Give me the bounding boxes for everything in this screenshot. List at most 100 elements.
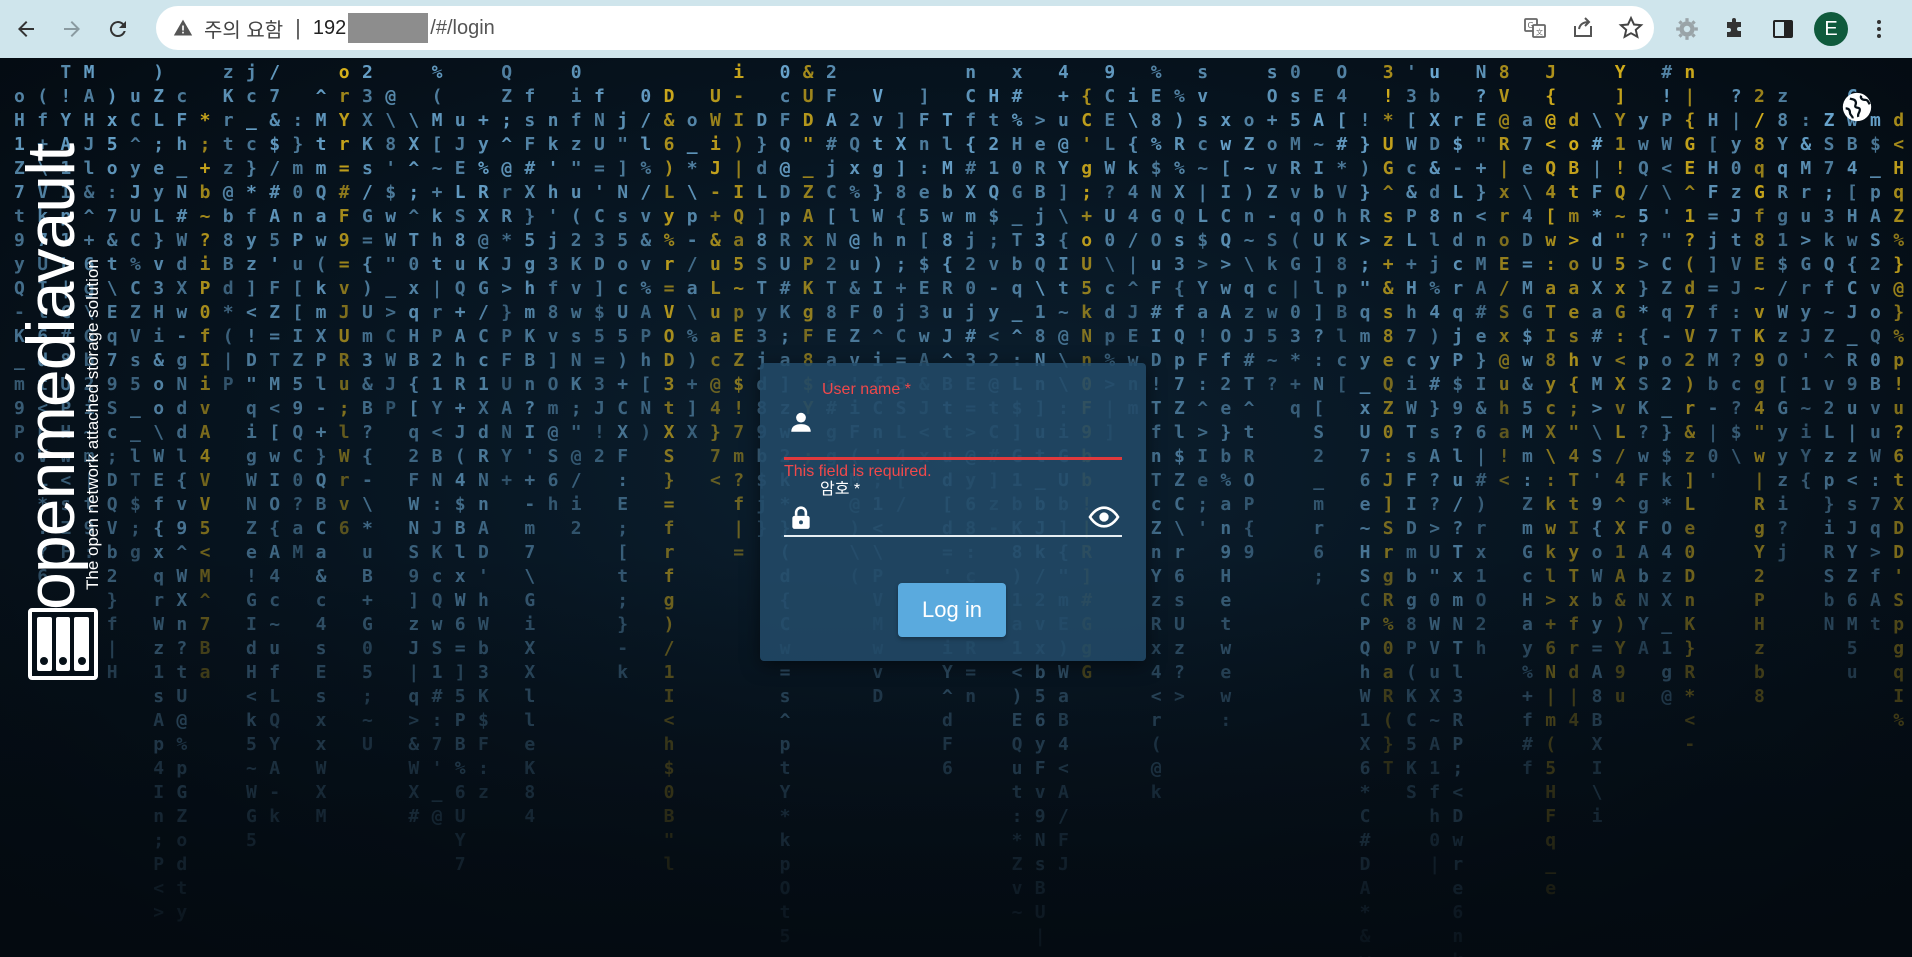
svg-text:{: { — [176, 470, 187, 491]
svg-text:q: q — [1870, 518, 1881, 539]
username-input[interactable] — [822, 405, 1072, 435]
svg-text:c: c — [478, 350, 489, 371]
star-icon[interactable] — [1616, 13, 1646, 43]
kebab-menu-icon[interactable] — [1862, 12, 1896, 46]
reload-icon — [109, 21, 126, 38]
svg-text:q: q — [408, 686, 419, 707]
svg-text:g: g — [130, 542, 141, 563]
warning-icon[interactable] — [172, 17, 194, 39]
svg-text:&: & — [664, 110, 675, 131]
svg-text:v: v — [548, 326, 559, 347]
svg-text:}: } — [1360, 134, 1371, 155]
svg-text:I: I — [733, 110, 744, 131]
svg-text:2: 2 — [1824, 398, 1835, 419]
svg-text:v: v — [153, 254, 164, 275]
extension-gear-icon[interactable] — [1670, 12, 1704, 46]
profile-avatar[interactable]: E — [1814, 12, 1848, 46]
translate-icon[interactable]: G文 — [1520, 13, 1550, 43]
openmediavault-logo: openmediavault The open network attached… — [13, 90, 102, 630]
svg-text:K: K — [1336, 230, 1347, 251]
svg-text:s: s — [780, 686, 791, 707]
security-status-label[interactable]: 주의 요함 — [204, 14, 283, 43]
svg-text:e: e — [1476, 326, 1487, 347]
svg-text:U: U — [362, 734, 373, 755]
svg-text:G: G — [1012, 182, 1023, 203]
svg-text:W: W — [153, 446, 164, 467]
svg-text:7: 7 — [455, 854, 466, 875]
login-button[interactable]: Log in — [898, 583, 1006, 637]
svg-text:r: r — [339, 134, 350, 155]
show-password-eye-icon[interactable] — [1088, 501, 1120, 533]
username-field[interactable]: User name * — [784, 377, 1122, 460]
svg-text:N: N — [501, 422, 512, 443]
back-button[interactable] — [6, 9, 46, 49]
svg-text:b: b — [478, 638, 489, 659]
svg-text:c: c — [1151, 494, 1162, 515]
sidepanel-icon[interactable] — [1766, 12, 1800, 46]
address-bar[interactable]: 주의 요함 | 192 /#/login G文 — [156, 6, 1654, 50]
forward-button[interactable] — [52, 9, 92, 49]
svg-text:b: b — [1708, 374, 1719, 395]
svg-text:R: R — [1151, 614, 1162, 635]
svg-text:v: v — [872, 662, 883, 683]
svg-text:U: U — [617, 302, 628, 323]
svg-text:{: { — [1638, 326, 1649, 347]
svg-text:<: < — [246, 686, 257, 707]
svg-text:m: m — [1568, 206, 1579, 227]
svg-text:): ) — [1012, 686, 1023, 707]
svg-text:\: \ — [1174, 518, 1185, 539]
svg-text:B: B — [362, 566, 373, 587]
svg-text:4: 4 — [1058, 734, 1069, 755]
svg-text:m: m — [524, 302, 535, 323]
svg-text:f: f — [571, 110, 582, 131]
svg-text:=: = — [733, 542, 744, 563]
svg-text:[: [ — [1777, 374, 1788, 395]
password-input[interactable] — [822, 503, 1072, 533]
svg-text:]: ] — [548, 350, 559, 371]
svg-text:_: _ — [130, 422, 141, 443]
svg-text:M: M — [84, 62, 95, 83]
svg-text:T: T — [1406, 422, 1417, 443]
svg-text:|: | — [1429, 854, 1440, 875]
svg-text:d: d — [246, 638, 257, 659]
svg-text:T: T — [408, 230, 419, 251]
svg-text:#: # — [1661, 62, 1672, 83]
svg-text:m: m — [548, 398, 559, 419]
svg-text:1: 1 — [1661, 638, 1672, 659]
svg-text:k: k — [1452, 950, 1463, 957]
svg-text:q: q — [153, 566, 164, 587]
svg-text:Z: Z — [1174, 398, 1185, 419]
svg-text:A: A — [1638, 638, 1649, 659]
svg-text:V: V — [1731, 254, 1742, 275]
svg-text:D: D — [664, 86, 675, 107]
password-field[interactable]: 암호 * — [784, 475, 1122, 539]
svg-text:v: v — [339, 278, 350, 299]
svg-text:I: I — [1151, 326, 1162, 347]
svg-text:m: m — [524, 518, 535, 539]
puzzle-icon[interactable] — [1718, 12, 1752, 46]
svg-text:4: 4 — [1429, 302, 1440, 323]
svg-text:@: @ — [1499, 350, 1510, 371]
share-icon[interactable] — [1568, 13, 1598, 43]
svg-text:3: 3 — [919, 302, 930, 323]
svg-text:l: l — [640, 134, 651, 155]
svg-text:P: P — [640, 326, 651, 347]
svg-text:D: D — [1452, 806, 1463, 827]
svg-text:L: L — [153, 206, 164, 227]
reload-button[interactable] — [98, 9, 138, 49]
svg-text:/: / — [1615, 446, 1626, 467]
svg-text:I: I — [872, 278, 883, 299]
svg-text:I: I — [153, 782, 164, 803]
svg-text:0: 0 — [664, 782, 675, 803]
svg-text:#: # — [432, 686, 443, 707]
language-globe-icon[interactable] — [1840, 90, 1876, 126]
svg-text:v: v — [1754, 302, 1765, 323]
svg-text:": " — [1568, 422, 1579, 443]
url-path[interactable]: /#/login — [430, 17, 495, 40]
url-host[interactable]: 192 — [313, 17, 346, 40]
svg-text:U: U — [803, 86, 814, 107]
svg-text:h: h — [455, 350, 466, 371]
svg-text:': ' — [432, 758, 443, 779]
svg-text:0: 0 — [1429, 590, 1440, 611]
svg-text:5: 5 — [1267, 326, 1278, 347]
